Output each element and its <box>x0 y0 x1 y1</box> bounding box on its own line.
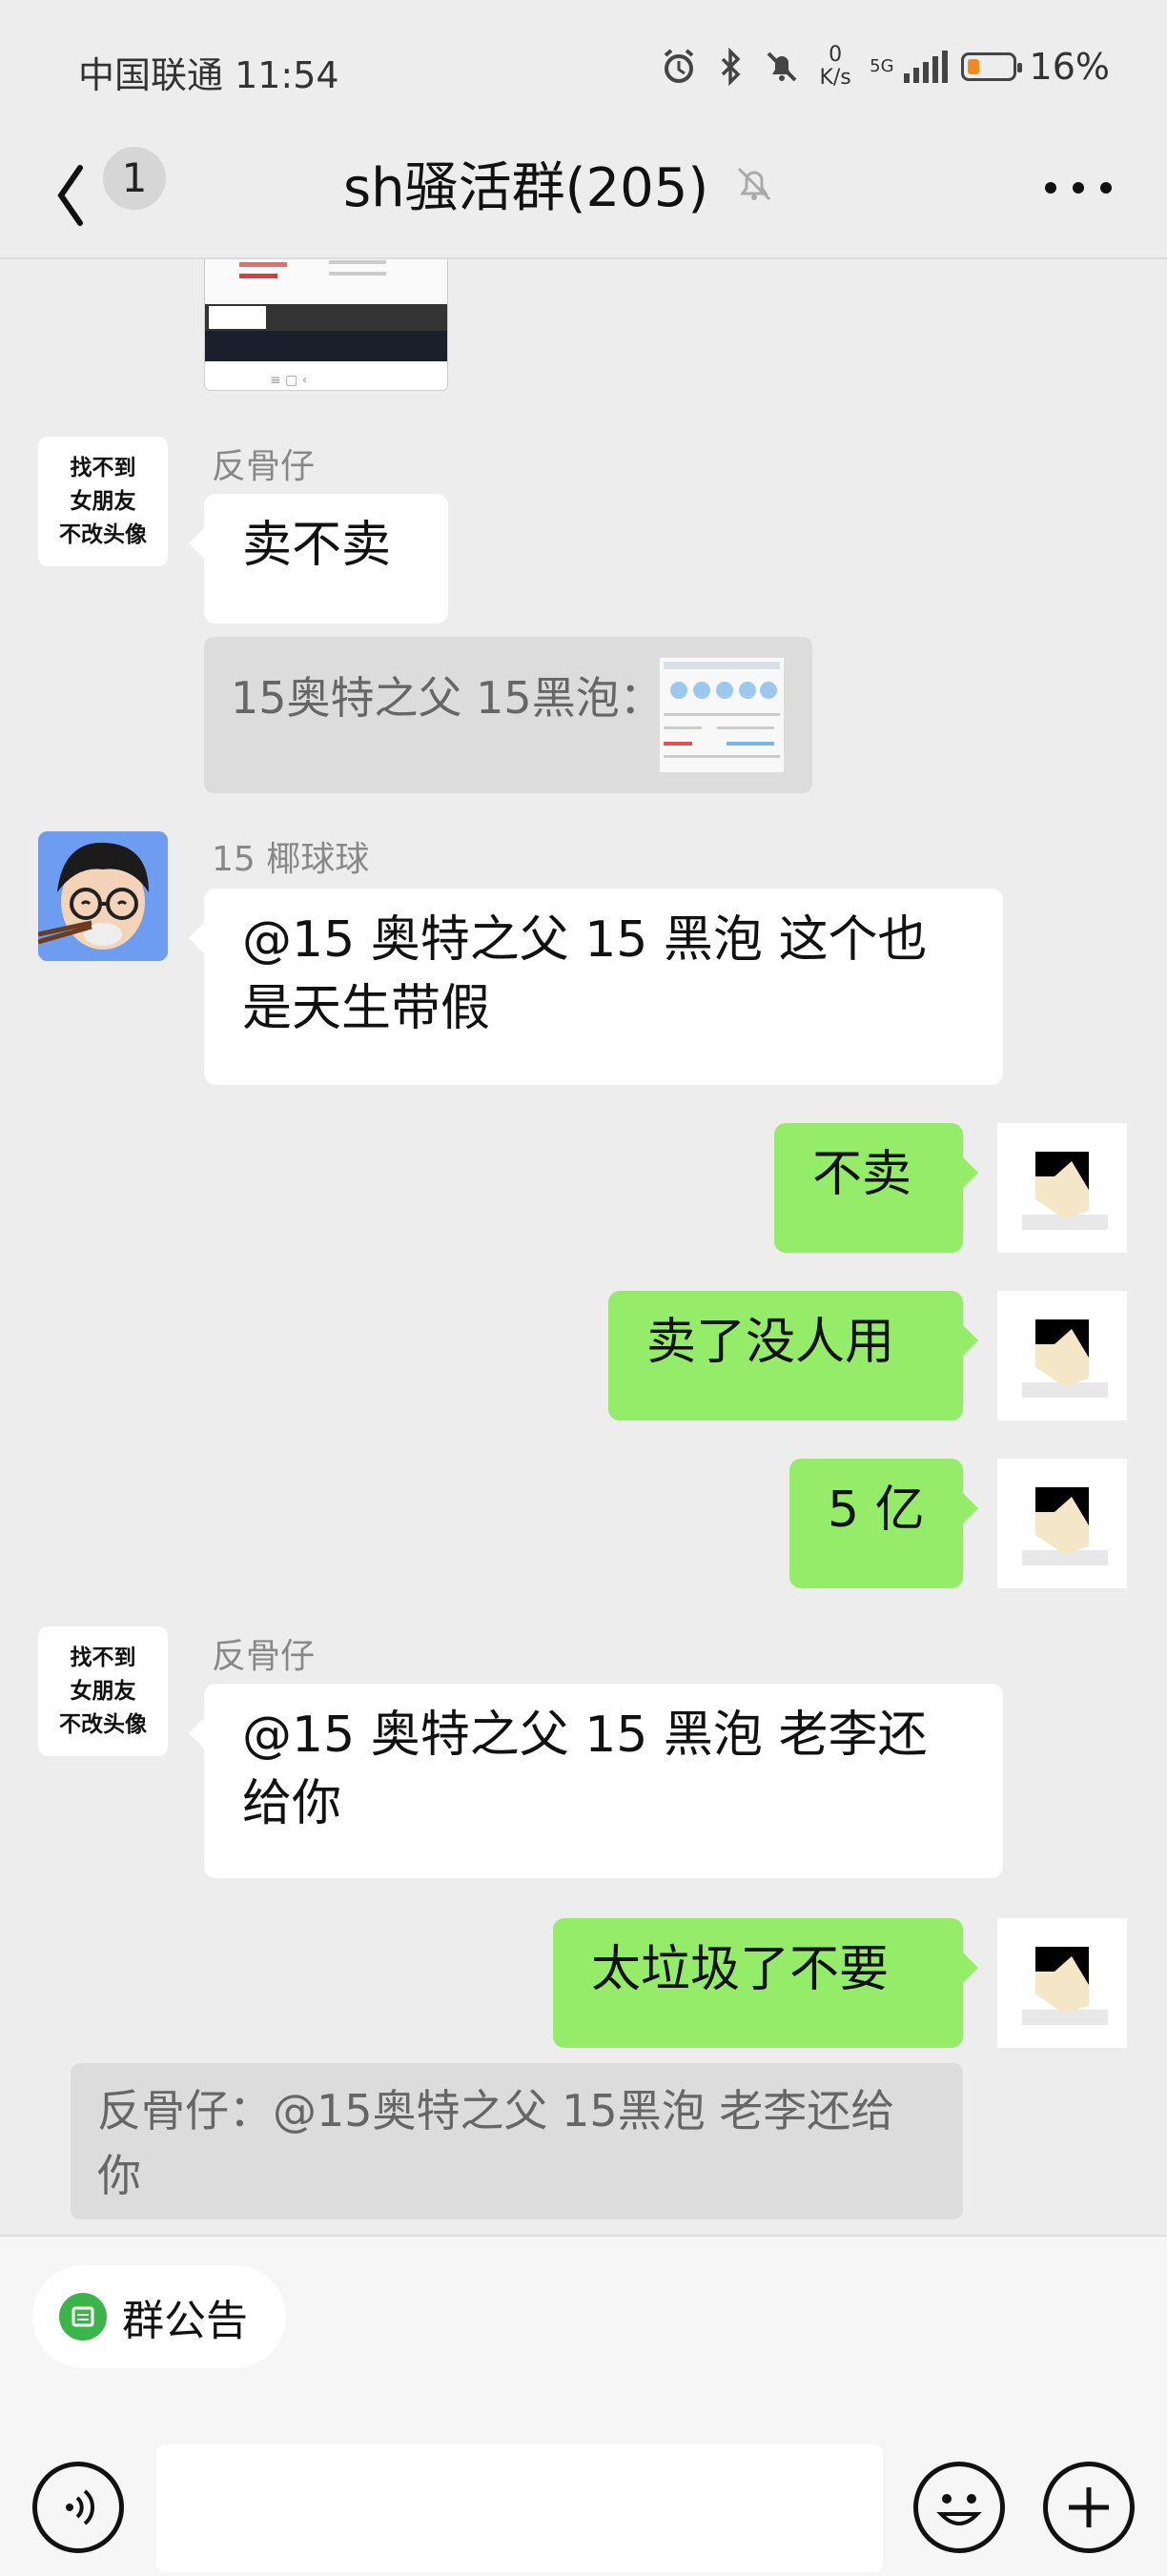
mute-icon <box>767 51 797 82</box>
avatar-text-line: 找不到 <box>70 1646 136 1670</box>
sender-nickname: 15 椰球球 <box>212 840 370 879</box>
more-icon[interactable] <box>1045 174 1112 202</box>
my-avatar[interactable] <box>997 1291 1127 1421</box>
message-input[interactable] <box>156 2444 883 2572</box>
avatar-text: 找不到 女朋友 不改头像 <box>38 437 168 552</box>
avatar-text-line: 不改头像 <box>59 1712 147 1737</box>
avatar-text-line: 找不到 <box>70 456 136 480</box>
mute-bell-icon <box>738 167 771 200</box>
message-bubble-self[interactable]: 不卖 <box>774 1123 978 1253</box>
self-avatar-image <box>997 1918 1127 2048</box>
screenshot-thumbnail: ≡ ▢ ‹ <box>205 259 447 390</box>
message-bubble-self[interactable]: 5 亿 <box>789 1459 978 1588</box>
emoji-icon[interactable] <box>913 2462 1005 2553</box>
unread-count-badge[interactable]: 1 <box>103 147 166 210</box>
notice-icon <box>59 2293 107 2341</box>
self-avatar-image <box>997 1123 1127 1253</box>
message-list[interactable]: ≡ ▢ ‹ 找不到 女朋友 不改头像 反骨仔 卖不卖 15奥特之父 15黑泡： <box>0 259 1167 2233</box>
avatar-text-line: 女朋友 <box>70 1679 136 1704</box>
network-type: 5G <box>870 56 894 76</box>
sender-nickname: 反骨仔 <box>212 1637 316 1676</box>
avatar-yeqiuqiu[interactable] <box>38 831 168 961</box>
input-bar <box>0 2408 1167 2572</box>
group-notice-button[interactable]: 群公告 <box>32 2265 286 2368</box>
bottom-bar: 群公告 <box>0 2235 1167 2576</box>
status-bar: 中国联通 11:54 0 K/s 5G 16% <box>0 0 1167 133</box>
svg-text:≡ ▢ ‹: ≡ ▢ ‹ <box>270 373 307 388</box>
self-avatar-image <box>997 1291 1127 1421</box>
my-avatar[interactable] <box>997 1918 1127 2048</box>
avatar-text: 找不到 女朋友 不改头像 <box>38 1626 168 1742</box>
my-avatar[interactable] <box>997 1123 1127 1253</box>
avatar-fangguzai[interactable]: 找不到 女朋友 不改头像 <box>38 437 168 566</box>
avatar-fangguzai[interactable]: 找不到 女朋友 不改头像 <box>38 1626 168 1756</box>
group-notice-label: 群公告 <box>122 2297 248 2345</box>
quoted-message[interactable]: 15奥特之父 15黑泡： <box>204 637 812 793</box>
my-avatar[interactable] <box>997 1459 1127 1588</box>
message-bubble-self[interactable]: 太垃圾了不要 <box>553 1918 978 2048</box>
plus-icon[interactable] <box>1043 2462 1135 2553</box>
sender-nickname: 反骨仔 <box>212 447 316 486</box>
message-bubble[interactable]: 卖不卖 <box>189 494 448 624</box>
alarm-icon <box>664 49 694 83</box>
quoted-text: 15奥特之父 15黑泡： <box>231 672 664 724</box>
chat-title-group: sh骚活群(205) <box>343 145 777 222</box>
message-bubble[interactable]: @15 奥特之父 15 黑泡 这个也是天生带假 <box>189 889 1003 1085</box>
signal-icon <box>903 51 948 83</box>
message-bubble[interactable]: @15 奥特之父 15 黑泡 老李还给你 <box>189 1684 1003 1878</box>
self-avatar-image <box>997 1459 1127 1588</box>
quoted-image-thumbnail <box>660 658 784 772</box>
cartoon-avatar-image <box>38 831 168 961</box>
quoted-text: 反骨仔：@15奥特之父 15黑泡 老李还给你 <box>97 2085 895 2201</box>
voice-icon[interactable] <box>32 2462 124 2553</box>
chat-header: 1 sh骚活群(205) <box>0 133 1167 259</box>
net-speed: 0 K/s <box>819 43 851 90</box>
bluetooth-icon <box>721 48 741 86</box>
avatar-text-line: 不改头像 <box>59 522 147 547</box>
status-icons: 0 K/s 5G 16% <box>660 38 1110 95</box>
carrier-time: 中国联通 11:54 <box>78 54 339 96</box>
quoted-message[interactable]: 反骨仔：@15奥特之父 15黑泡 老李还给你 <box>71 2063 963 2219</box>
battery-icon <box>960 52 1022 81</box>
avatar-text-line: 女朋友 <box>70 489 136 514</box>
message-bubble-self[interactable]: 卖了没人用 <box>608 1291 978 1421</box>
image-message[interactable]: ≡ ▢ ‹ <box>204 259 448 391</box>
chat-title: sh骚活群(205) <box>343 157 709 219</box>
battery-level: 16% <box>1029 46 1110 88</box>
